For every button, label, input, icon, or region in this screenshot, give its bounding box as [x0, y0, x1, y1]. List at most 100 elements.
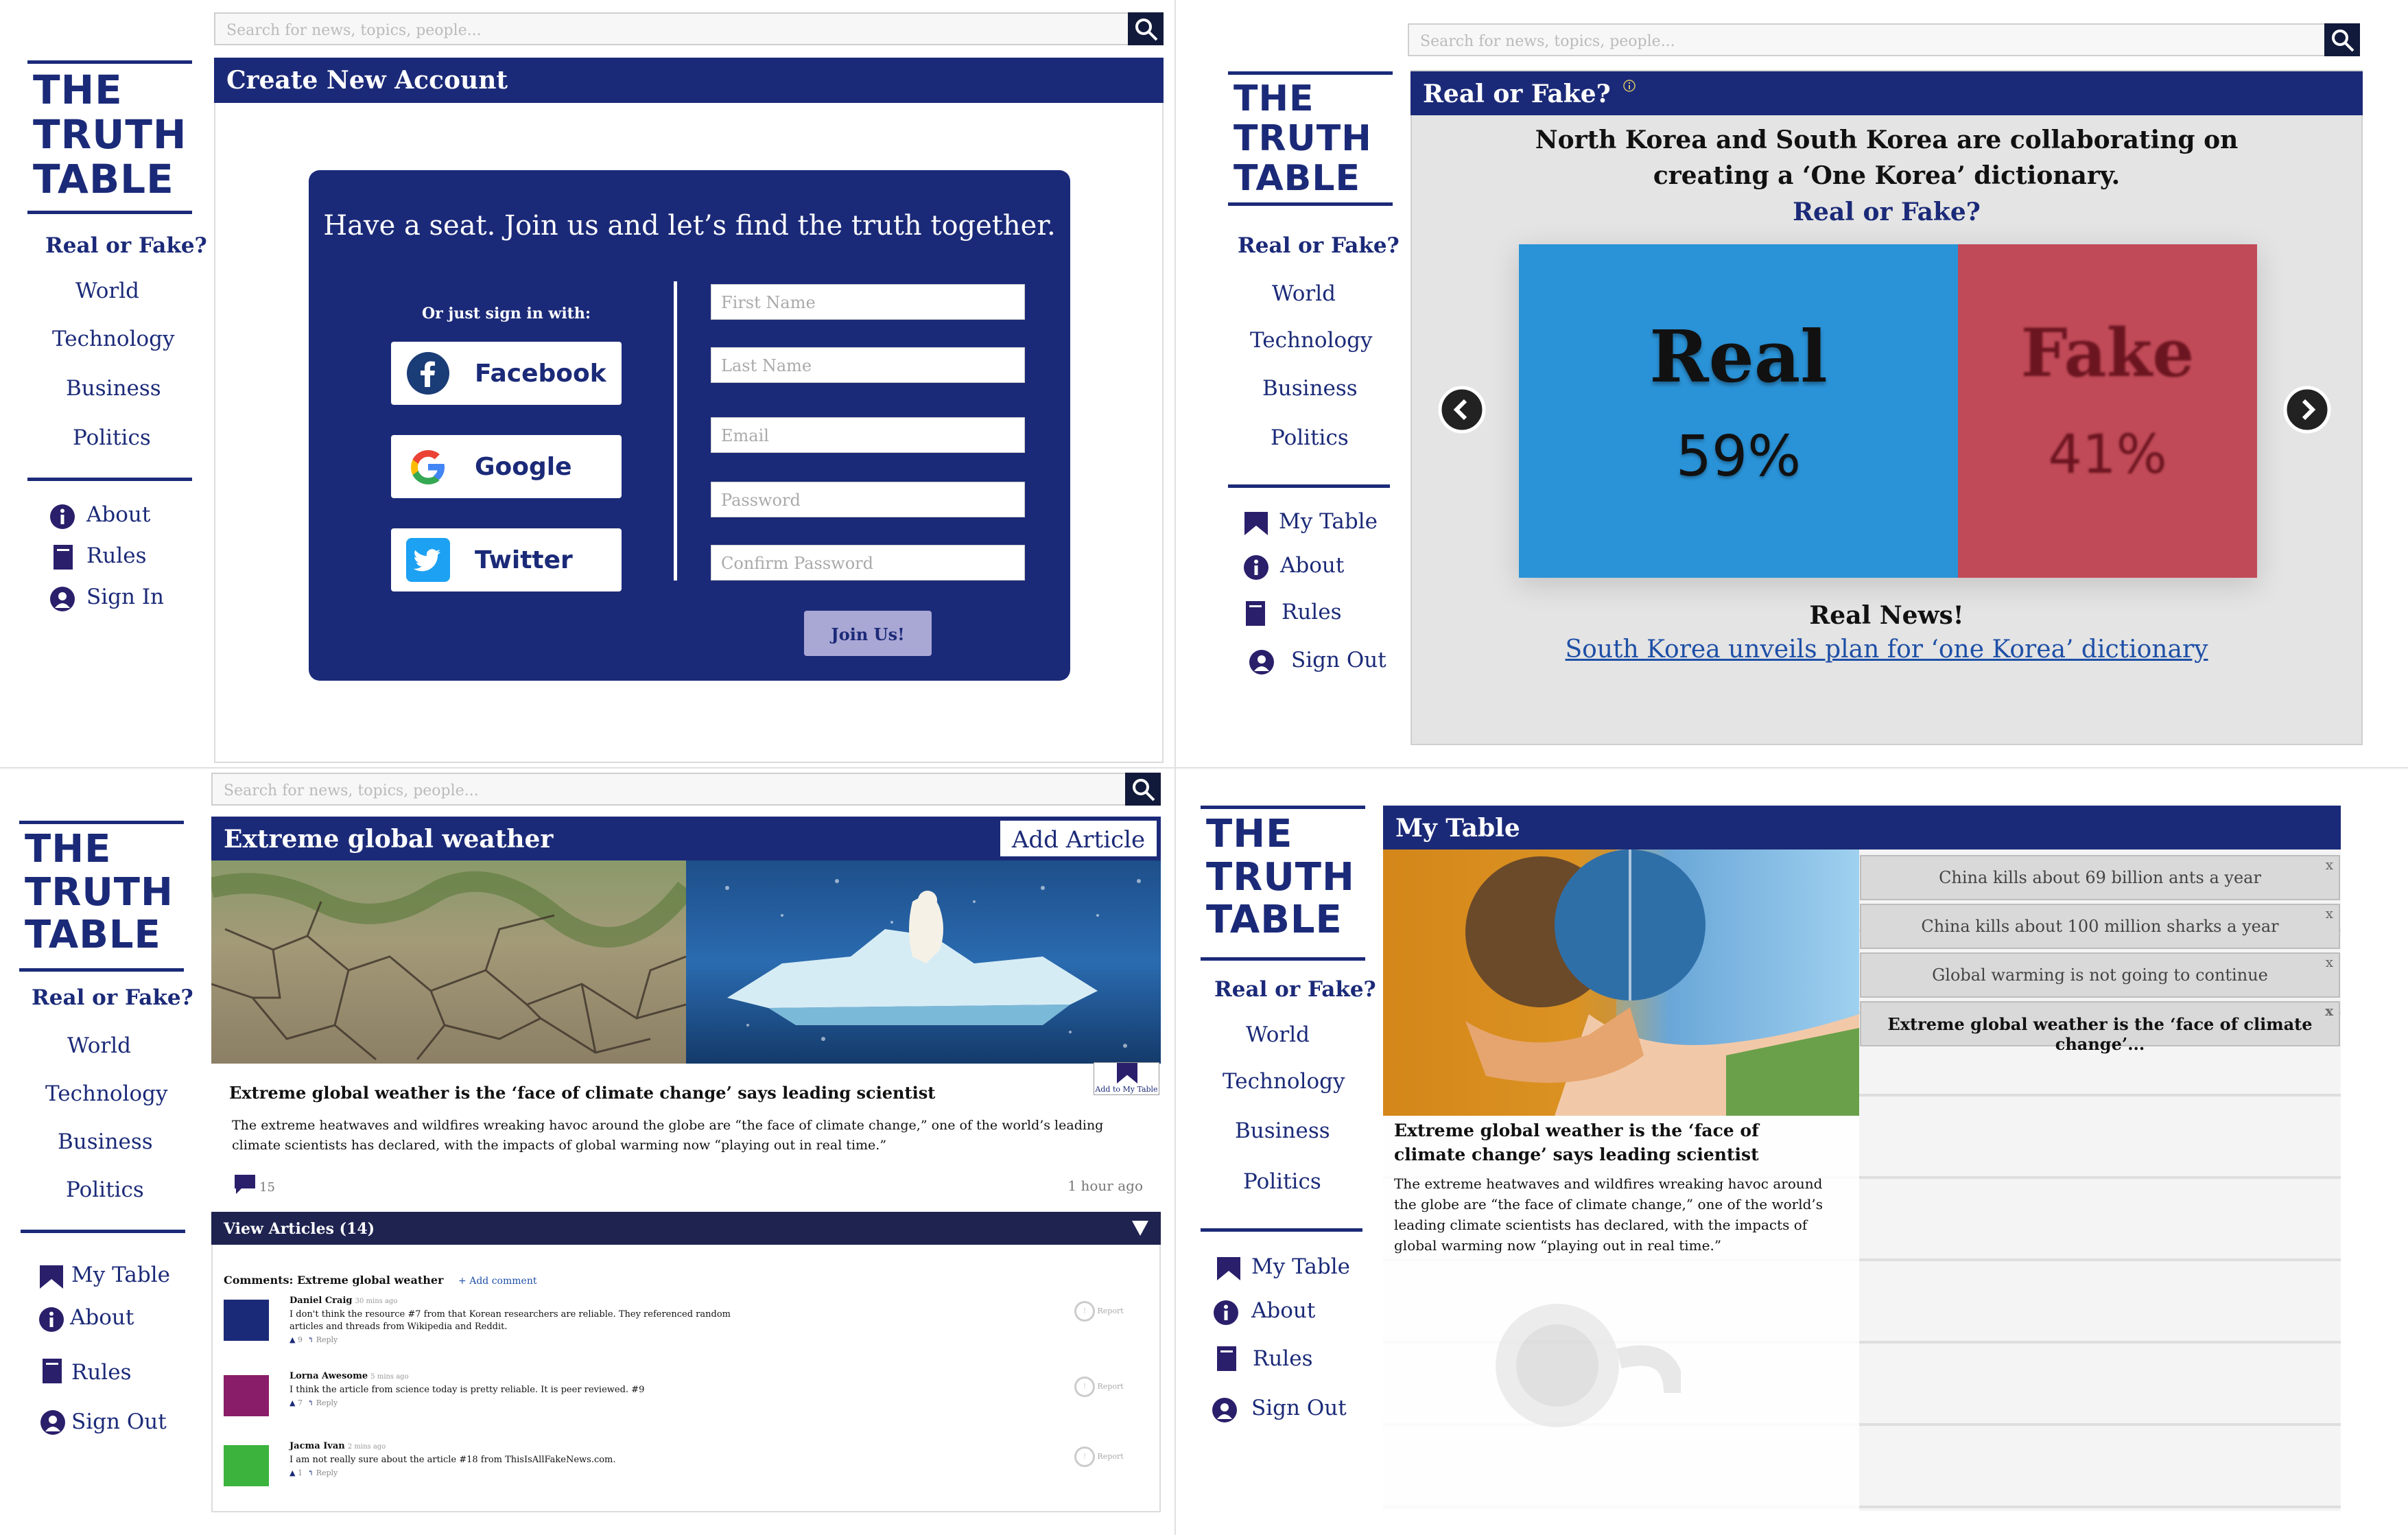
remove-item-button[interactable]: x [2326, 954, 2333, 970]
table-item[interactable]: Extreme global weather is the ‘face of c… [1860, 1001, 2340, 1054]
table-item[interactable]: China kills about 100 million sharks a y… [1860, 904, 2340, 949]
nav-my-table[interactable]: My Table [1279, 509, 1378, 534]
nav-business[interactable]: Business [58, 1129, 153, 1154]
confirm-password-field[interactable]: Confirm Password [711, 545, 1025, 581]
nav-politics[interactable]: Politics [66, 1177, 144, 1202]
real-label: Real [1649, 314, 1828, 399]
real-vote-box[interactable]: Real 59% [1519, 244, 1958, 578]
logo[interactable]: THE TRUTH TABLE [1228, 71, 1393, 206]
article-title[interactable]: Extreme global weather is the ‘face of c… [1394, 1118, 1833, 1167]
password-field[interactable]: Password [711, 482, 1025, 517]
search-input[interactable]: Search for news, topics, people... [211, 773, 1161, 806]
nav-rules[interactable]: Rules [86, 543, 146, 568]
nav-rules[interactable]: Rules [1253, 1346, 1312, 1371]
reply-icon[interactable]: ↰ [307, 1398, 314, 1407]
nav-rules[interactable]: Rules [1282, 600, 1341, 624]
nav-my-table[interactable]: My Table [71, 1263, 170, 1287]
upvote-icon[interactable]: ▲ [290, 1398, 295, 1407]
nav-politics[interactable]: Politics [1271, 425, 1349, 450]
search-input[interactable]: Search for news, topics, people... [1408, 23, 2360, 56]
remove-item-button[interactable]: x [2326, 856, 2333, 873]
nav-about[interactable]: About [1280, 553, 1344, 578]
nav-rules[interactable]: Rules [71, 1360, 131, 1385]
carousel-prev-button[interactable] [1438, 386, 1486, 434]
nav-world[interactable]: World [67, 1033, 131, 1058]
add-article-button[interactable]: Add Article [999, 819, 1158, 858]
vote-bar: Real 59% Fake 41% [1519, 244, 2257, 578]
report-button[interactable]: ! Report [1074, 1376, 1124, 1397]
first-name-field[interactable]: First Name [711, 284, 1025, 320]
facebook-button[interactable]: Facebook [391, 342, 622, 405]
reply-link[interactable]: Reply [316, 1335, 338, 1344]
bookmark-icon [1244, 512, 1268, 535]
last-name-field[interactable]: Last Name [711, 347, 1025, 383]
upvote-icon[interactable]: ▲ [290, 1468, 295, 1477]
nav-technology[interactable]: Technology [52, 327, 175, 351]
comment-icon[interactable] [235, 1175, 255, 1194]
nav-world[interactable]: World [1272, 281, 1336, 306]
nav-business[interactable]: Business [66, 376, 161, 401]
climate-image [1383, 849, 1859, 1116]
nav-world[interactable]: World [75, 279, 139, 303]
nav-real-or-fake[interactable]: Real or Fake? [1214, 977, 1376, 1002]
comment-author[interactable]: Daniel Craig [290, 1296, 352, 1306]
nav-world[interactable]: World [1246, 1022, 1310, 1047]
table-item[interactable]: Global warming is not going to continue x [1860, 952, 2340, 998]
nav-about[interactable]: About [86, 502, 150, 527]
nav-real-or-fake[interactable]: Real or Fake? [45, 233, 207, 258]
nav-about[interactable]: About [70, 1305, 134, 1330]
email-field[interactable]: Email [711, 417, 1025, 453]
search-button[interactable] [1125, 773, 1161, 806]
logo[interactable]: THE TRUTH TABLE [27, 60, 192, 214]
info-icon [39, 1307, 64, 1332]
nav-real-or-fake[interactable]: Real or Fake? [1238, 233, 1400, 258]
nav-real-or-fake[interactable]: Real or Fake? [32, 985, 193, 1010]
avatar[interactable] [224, 1375, 269, 1416]
nav-technology[interactable]: Technology [1223, 1069, 1345, 1094]
nav-sign-out[interactable]: Sign Out [71, 1409, 167, 1434]
comment-item: Daniel Craig 30 mins ago I don't think th… [224, 1296, 1143, 1357]
source-link[interactable]: South Korea unveils plan for ‘one Korea’… [1509, 635, 2264, 664]
page-title: Create New Account [214, 58, 1164, 103]
upvote-icon[interactable]: ▲ [290, 1335, 295, 1344]
nav-business[interactable]: Business [1235, 1118, 1330, 1143]
reply-icon[interactable]: ↰ [307, 1468, 314, 1477]
nav-politics[interactable]: Politics [73, 425, 151, 450]
report-button[interactable]: ! Report [1074, 1301, 1124, 1322]
article-title[interactable]: Extreme global weather is the ‘face of c… [229, 1083, 1121, 1103]
carousel-next-button[interactable] [2283, 386, 2331, 434]
avatar[interactable] [224, 1445, 269, 1486]
nav-business[interactable]: Business [1262, 376, 1358, 401]
view-articles-bar[interactable]: View Articles (14) [211, 1212, 1161, 1245]
reply-link[interactable]: Reply [316, 1468, 338, 1477]
reply-icon[interactable]: ↰ [307, 1335, 314, 1344]
google-button[interactable]: Google [391, 435, 622, 498]
reply-link[interactable]: Reply [316, 1398, 338, 1407]
logo[interactable]: THE TRUTH TABLE [1201, 806, 1365, 961]
twitter-button[interactable]: Twitter [391, 528, 622, 591]
nav-politics[interactable]: Politics [1243, 1169, 1321, 1194]
nav-about[interactable]: About [1251, 1298, 1315, 1323]
search-button[interactable] [2324, 23, 2360, 56]
nav-sign-out[interactable]: Sign Out [1291, 648, 1386, 672]
add-comment-link[interactable]: + Add comment [458, 1276, 536, 1287]
nav-sign-out[interactable]: Sign Out [1251, 1396, 1347, 1420]
remove-item-button[interactable]: x [2325, 1003, 2333, 1019]
avatar[interactable] [224, 1300, 269, 1341]
nav-sign-in[interactable]: Sign In [86, 585, 164, 609]
remove-item-button[interactable]: x [2326, 905, 2333, 922]
join-button[interactable]: Join Us! [804, 611, 932, 656]
search-button[interactable] [1128, 12, 1164, 45]
report-button[interactable]: ! Report [1074, 1446, 1124, 1467]
nav-technology[interactable]: Technology [45, 1081, 168, 1106]
table-item[interactable]: China kills about 69 billion ants a year… [1860, 855, 2340, 900]
nav-technology[interactable]: Technology [1250, 328, 1373, 353]
logo[interactable]: THE TRUTH TABLE [19, 821, 184, 972]
fake-vote-box[interactable]: Fake 41% [1958, 244, 2257, 578]
nav-my-table[interactable]: My Table [1251, 1254, 1350, 1279]
signup-tagline: Have a seat. Join us and let’s find the … [323, 210, 1056, 242]
comment-author[interactable]: Jacma Ivan [290, 1441, 345, 1451]
search-input[interactable]: Search for news, topics, people... [214, 12, 1164, 45]
comment-text-2: articles and threads from Wikipedia and … [290, 1322, 508, 1332]
comment-author[interactable]: Lorna Awesome [290, 1371, 368, 1381]
